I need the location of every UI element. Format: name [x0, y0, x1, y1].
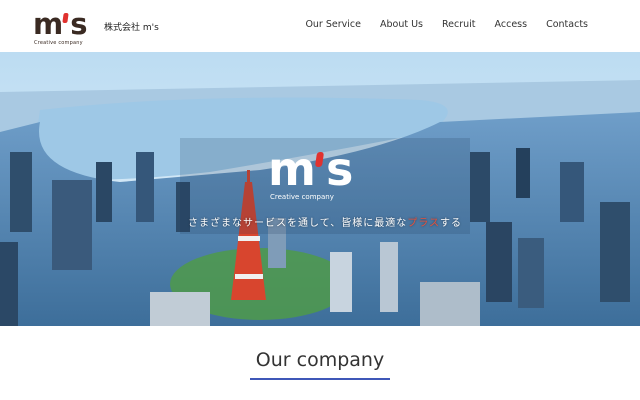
nav-access[interactable]: Access — [495, 19, 528, 30]
section-title-underline — [250, 378, 390, 380]
main-nav: Our Service About Us Recruit Access Cont… — [286, 19, 588, 30]
hero-tagline: さまざまなサービスを通して、皆様に最適なプラスする — [188, 218, 463, 229]
site-logo[interactable]: ms Creative company — [33, 9, 95, 47]
hero-logo-apostrophe — [314, 152, 324, 167]
tagline-accent: プラス — [407, 218, 441, 229]
company-name: 株式会社 m's — [104, 23, 159, 33]
hero-logo: ms Creative company — [268, 146, 378, 206]
nav-recruit[interactable]: Recruit — [442, 19, 476, 30]
hero-banner: ms Creative company さまざまなサービスを通して、皆様に最適な… — [0, 52, 640, 326]
logo-apostrophe — [62, 13, 69, 23]
section-title: Our company — [255, 349, 385, 371]
logo-mark: ms — [33, 7, 88, 41]
logo-subtitle: Creative company — [34, 40, 83, 46]
nav-our-service[interactable]: Our Service — [305, 19, 361, 30]
site-header: ms Creative company 株式会社 m's Our Service… — [0, 0, 640, 52]
nav-contacts[interactable]: Contacts — [546, 19, 588, 30]
hero-logo-subtitle: Creative company — [270, 193, 334, 201]
hero-logo-mark: ms — [268, 142, 353, 196]
nav-about-us[interactable]: About Us — [380, 19, 423, 30]
